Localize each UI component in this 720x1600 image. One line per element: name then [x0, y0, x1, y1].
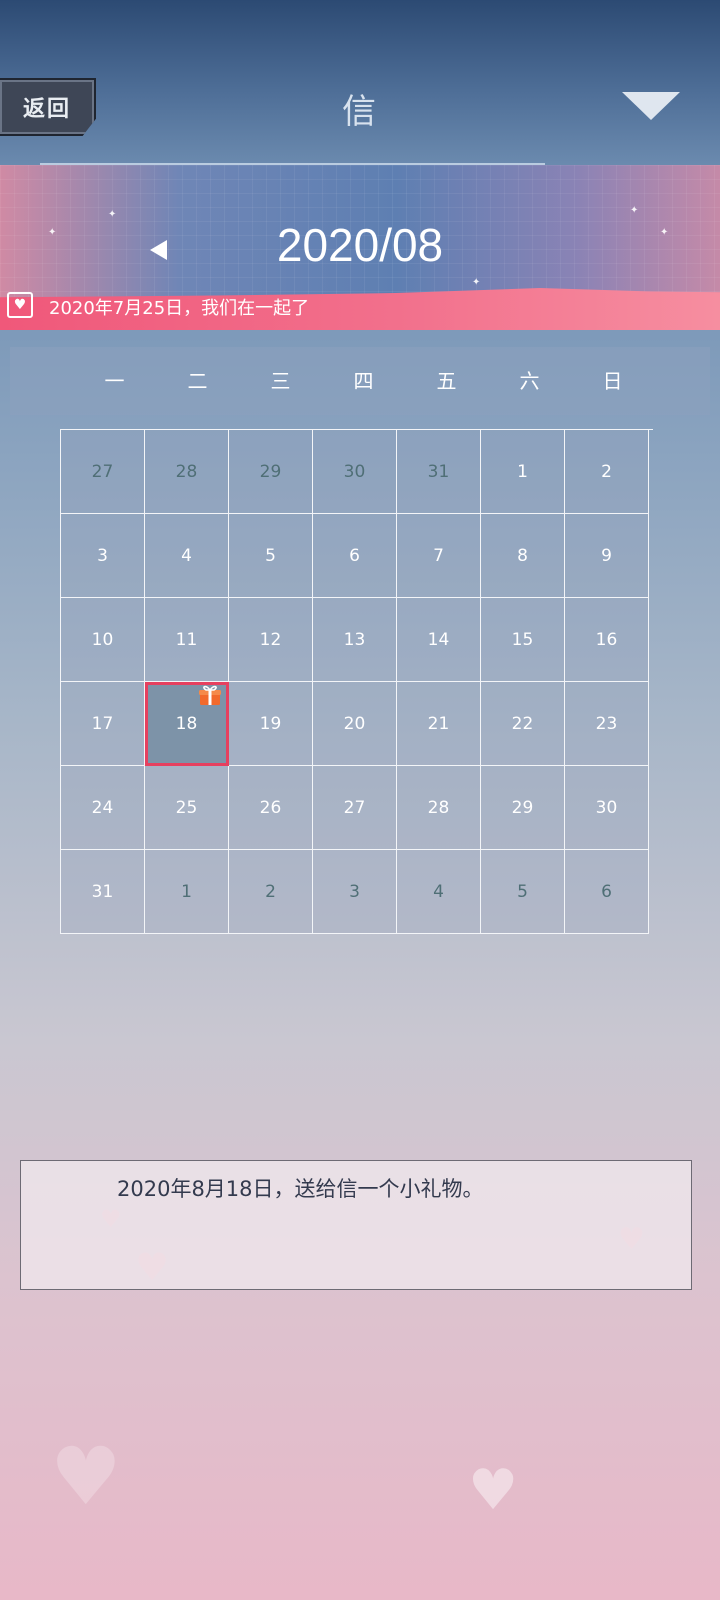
- calendar-day[interactable]: 6: [565, 850, 649, 934]
- calendar-day[interactable]: 29: [229, 430, 313, 514]
- calendar-day-label: 18: [175, 713, 198, 734]
- weekday-label: 六: [519, 369, 540, 393]
- calendar-day[interactable]: 9: [565, 514, 649, 598]
- calendar-day[interactable]: 30: [313, 430, 397, 514]
- anniversary-text: 2020年7月25日，我们在一起了: [49, 298, 310, 319]
- calendar-day[interactable]: 4: [145, 514, 229, 598]
- calendar-day[interactable]: 27: [61, 430, 145, 514]
- gift-icon: [199, 685, 221, 705]
- note-text: 2020年8月18日，送给信一个小礼物。: [117, 1177, 484, 1201]
- calendar-day[interactable]: 31: [61, 850, 145, 934]
- month-label: 2020/08: [276, 219, 444, 271]
- calendar-day[interactable]: 2: [565, 430, 649, 514]
- calendar-day[interactable]: 1: [145, 850, 229, 934]
- page-title: 信: [342, 92, 378, 132]
- calendar-day[interactable]: 13: [313, 598, 397, 682]
- calendar-day-selected[interactable]: 18: [145, 682, 229, 766]
- calendar-day[interactable]: 5: [481, 850, 565, 934]
- calendar-day[interactable]: 28: [397, 766, 481, 850]
- calendar-day[interactable]: 27: [313, 766, 397, 850]
- heart-icon: ♥: [50, 1430, 122, 1523]
- heart-icon: ♥: [468, 1458, 519, 1523]
- sparkle-icon: ✦: [630, 205, 639, 216]
- calendar-day[interactable]: 17: [61, 682, 145, 766]
- calendar-day[interactable]: 24: [61, 766, 145, 850]
- calendar-day[interactable]: 1: [481, 430, 565, 514]
- weekday-label: 一: [104, 369, 125, 393]
- calendar-day[interactable]: 14: [397, 598, 481, 682]
- calendar-day[interactable]: 15: [481, 598, 565, 682]
- calendar-day[interactable]: 21: [397, 682, 481, 766]
- weekday-label: 日: [602, 369, 623, 393]
- calendar-day[interactable]: 30: [565, 766, 649, 850]
- calendar-grid: 27 28 29 30 31 1 2 3 4 5 6 7 8 9 10 11 1…: [60, 429, 653, 934]
- weekday-header: 一 二 三 四 五 六 日: [10, 347, 710, 415]
- heart-calendar-icon: ♥: [7, 292, 33, 318]
- calendar-day[interactable]: 20: [313, 682, 397, 766]
- weekday-label: 四: [353, 369, 374, 393]
- calendar-day[interactable]: 26: [229, 766, 313, 850]
- calendar-day[interactable]: 19: [229, 682, 313, 766]
- calendar-day[interactable]: 7: [397, 514, 481, 598]
- sparkle-icon: ✦: [472, 277, 481, 288]
- calendar-day[interactable]: 16: [565, 598, 649, 682]
- note-box: 2020年8月18日，送给信一个小礼物。: [20, 1160, 692, 1290]
- calendar-day[interactable]: 23: [565, 682, 649, 766]
- calendar-day[interactable]: 2: [229, 850, 313, 934]
- weekday-label: 二: [187, 369, 208, 393]
- calendar-day[interactable]: 8: [481, 514, 565, 598]
- calendar-day[interactable]: 31: [397, 430, 481, 514]
- calendar-day[interactable]: 11: [145, 598, 229, 682]
- calendar-day[interactable]: 28: [145, 430, 229, 514]
- calendar-day[interactable]: 6: [313, 514, 397, 598]
- triangle-down-icon[interactable]: [622, 92, 680, 120]
- calendar-day[interactable]: 29: [481, 766, 565, 850]
- weekday-label: 三: [270, 369, 291, 393]
- calendar-day[interactable]: 5: [229, 514, 313, 598]
- calendar-day[interactable]: 12: [229, 598, 313, 682]
- weekday-label: 五: [436, 369, 457, 393]
- calendar-day[interactable]: 4: [397, 850, 481, 934]
- calendar-day[interactable]: 25: [145, 766, 229, 850]
- calendar-day[interactable]: 22: [481, 682, 565, 766]
- calendar-day[interactable]: 3: [61, 514, 145, 598]
- calendar-day[interactable]: 3: [313, 850, 397, 934]
- calendar-day[interactable]: 10: [61, 598, 145, 682]
